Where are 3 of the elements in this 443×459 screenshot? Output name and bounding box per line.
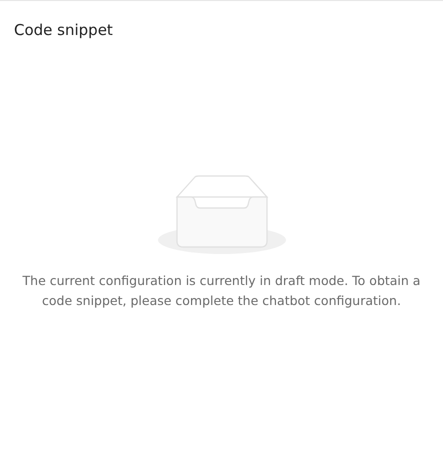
panel-title: Code snippet xyxy=(13,20,114,39)
empty-inbox-icon xyxy=(156,173,286,257)
empty-state-message: The current configuration is currently in draft mode. To obtain a code snippet, please complete the chatbot configuration. xyxy=(22,272,422,310)
